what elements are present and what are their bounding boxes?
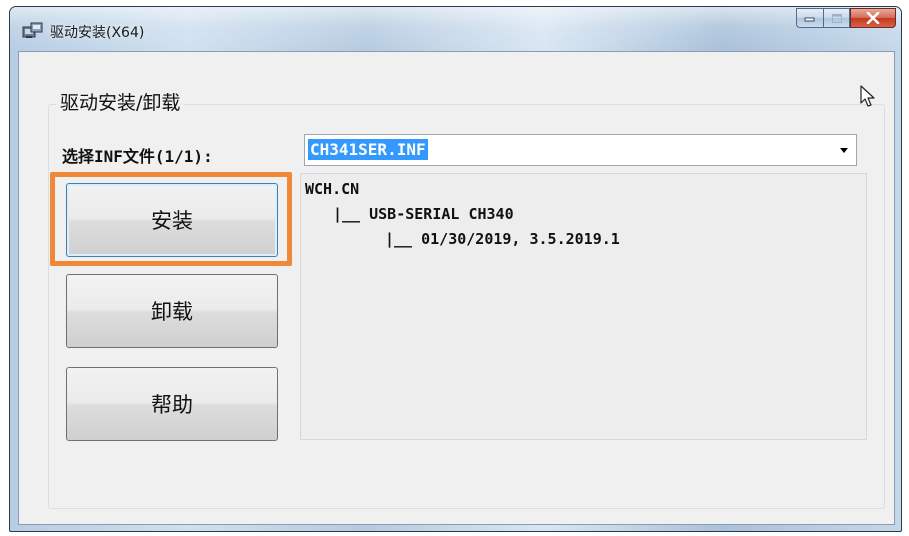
title-bar[interactable]: 驱动安装(X64) [10, 7, 901, 51]
help-button-label: 帮助 [151, 393, 193, 417]
close-icon [866, 12, 880, 24]
uninstall-button-label: 卸载 [151, 300, 193, 324]
maximize-icon [831, 13, 842, 23]
installer-icon [22, 21, 44, 39]
chevron-down-icon[interactable] [840, 148, 848, 153]
install-highlight-box [50, 172, 292, 266]
minimize-icon [804, 17, 815, 22]
window-controls [796, 8, 896, 28]
info-line-device: |__ USB-SERIAL CH340 [333, 205, 514, 223]
maximize-button[interactable] [823, 8, 850, 28]
window-title: 驱动安装(X64) [50, 25, 145, 41]
groupbox-title: 驱动安装/卸载 [56, 88, 185, 115]
inf-file-value: CH341SER.INF [308, 139, 428, 160]
close-button[interactable] [850, 8, 896, 28]
window-client-area: 驱动安装/卸载 选择INF文件(1/1): CH341SER.INF 安装 卸载… [18, 51, 895, 525]
minimize-button[interactable] [796, 8, 823, 28]
uninstall-button[interactable]: 卸载 [66, 274, 278, 348]
info-line-version: |__ 01/30/2019, 3.5.2019.1 [385, 230, 620, 248]
mouse-cursor-icon [860, 85, 875, 107]
help-button[interactable]: 帮助 [66, 367, 278, 441]
driver-install-window: 驱动安装(X64) 驱动安装/卸载 选择INF文件(1/1): CH341SER… [9, 6, 902, 532]
inf-file-label: 选择INF文件(1/1): [62, 147, 213, 166]
driver-info-panel: WCH.CN |__ USB-SERIAL CH340 |__ 01/30/20… [300, 173, 867, 440]
inf-file-select[interactable]: CH341SER.INF [304, 134, 857, 166]
info-line-vendor: WCH.CN [305, 180, 360, 198]
